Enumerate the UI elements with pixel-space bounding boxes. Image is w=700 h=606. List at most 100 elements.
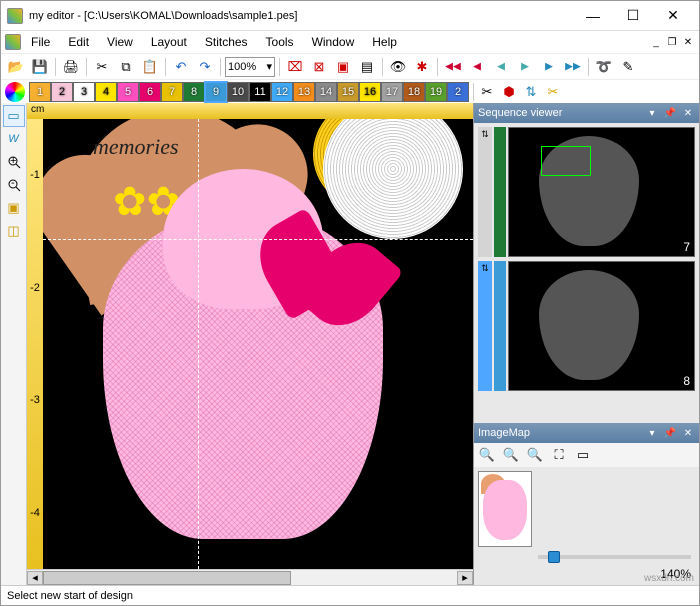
im-zoomin-icon[interactable]: 🔍: [476, 444, 498, 466]
stop-icon[interactable]: ⬢: [498, 81, 520, 103]
color-swatch-4[interactable]: 4: [95, 82, 117, 102]
color-swatch-7[interactable]: 7: [161, 82, 183, 102]
redo-icon[interactable]: ↷: [194, 56, 216, 78]
lasso-icon[interactable]: ➰: [593, 56, 615, 78]
nav-first-icon[interactable]: ◀◀: [442, 56, 464, 78]
design-canvas[interactable]: memories ✿✿✿: [43, 119, 473, 569]
im-fit-icon[interactable]: ⛶: [548, 444, 570, 466]
color-swatch-13[interactable]: 13: [293, 82, 315, 102]
color-swatch-12[interactable]: 12: [271, 82, 293, 102]
undo-icon[interactable]: ↶: [170, 56, 192, 78]
mdi-close[interactable]: ✕: [681, 35, 695, 49]
color-swatch-14[interactable]: 14: [315, 82, 337, 102]
im-close-icon[interactable]: ✕: [681, 426, 695, 440]
nav-prev-icon[interactable]: ◀: [466, 56, 488, 78]
menu-edit[interactable]: Edit: [60, 33, 97, 51]
color-swatch-2[interactable]: 2: [447, 82, 469, 102]
eye-icon[interactable]: 👁: [387, 56, 409, 78]
color-swatch-9[interactable]: 9: [205, 82, 227, 102]
fit-tool-icon[interactable]: ▣: [3, 197, 25, 219]
scrollbar-horizontal[interactable]: ◂ ▸: [27, 569, 473, 585]
color-swatch-1[interactable]: 1: [29, 82, 51, 102]
menu-file[interactable]: File: [23, 33, 58, 51]
color-swatch-6[interactable]: 6: [139, 82, 161, 102]
color-swatch-2[interactable]: 2: [51, 82, 73, 102]
guide-vertical: [198, 119, 199, 569]
menu-window[interactable]: Window: [304, 33, 363, 51]
color-swatch-5[interactable]: 5: [117, 82, 139, 102]
nav-next-icon[interactable]: ▶: [538, 56, 560, 78]
nav-prevstep-icon[interactable]: ◀: [490, 56, 512, 78]
del-b-icon[interactable]: ⊠: [308, 56, 330, 78]
color-wheel-icon[interactable]: [5, 82, 25, 102]
align-icon[interactable]: ⇅: [520, 81, 542, 103]
im-zoomreset-icon[interactable]: 🔍: [524, 444, 546, 466]
watermark: wsxdn.com: [644, 573, 694, 584]
nav-nextstep-icon[interactable]: ▶: [514, 56, 536, 78]
imagemap-header[interactable]: ImageMap ▾ 📌 ✕: [474, 423, 699, 443]
maximize-button[interactable]: ☐: [613, 2, 653, 30]
menu-tools[interactable]: Tools: [258, 33, 302, 51]
sequence-handle-icon[interactable]: ⇅: [478, 127, 492, 257]
sequence-thumb[interactable]: 7: [508, 127, 695, 257]
save-icon[interactable]: 💾: [29, 56, 51, 78]
im-dropdown-icon[interactable]: ▾: [645, 426, 659, 440]
menu-stitches[interactable]: Stitches: [197, 33, 256, 51]
color-swatch-17[interactable]: 17: [381, 82, 403, 102]
menu-layout[interactable]: Layout: [143, 33, 195, 51]
del-a-icon[interactable]: ⌧: [284, 56, 306, 78]
trim-icon[interactable]: ✂: [542, 81, 564, 103]
im-zoomout-icon[interactable]: 🔍: [500, 444, 522, 466]
color-swatch-11[interactable]: 11: [249, 82, 271, 102]
scroll-right-icon[interactable]: ▸: [457, 571, 473, 585]
panel-close-icon[interactable]: ✕: [681, 106, 695, 120]
panel-dropdown-icon[interactable]: ▾: [645, 106, 659, 120]
panel-pin-icon[interactable]: 📌: [663, 106, 677, 120]
bow-shape: [263, 219, 383, 339]
select-tool-icon[interactable]: ▭: [3, 105, 25, 127]
wand-icon[interactable]: ✎: [617, 56, 639, 78]
hoop-tool-icon[interactable]: ◫: [3, 220, 25, 242]
color-swatch-18[interactable]: 18: [403, 82, 425, 102]
sequence-header[interactable]: Sequence viewer ▾ 📌 ✕: [474, 103, 699, 123]
text-tool-icon[interactable]: W: [3, 128, 25, 150]
color-swatch-15[interactable]: 15: [337, 82, 359, 102]
del-c-icon[interactable]: ▣: [332, 56, 354, 78]
scissors-icon[interactable]: ✂: [476, 81, 498, 103]
copy-icon[interactable]: ⧉: [115, 56, 137, 78]
menu-view[interactable]: View: [99, 33, 141, 51]
hide-icon[interactable]: ✱: [411, 56, 433, 78]
canvas-area: cm -1-2 -3-4 memories ✿✿✿: [27, 103, 473, 585]
color-swatch-3[interactable]: 3: [73, 82, 95, 102]
zoom-in-icon[interactable]: +: [3, 151, 25, 173]
im-area-icon[interactable]: ▭: [572, 444, 594, 466]
sequence-thumb[interactable]: 8: [508, 261, 695, 391]
sequence-item[interactable]: ⇅8: [478, 261, 695, 391]
cut-icon[interactable]: ✂: [91, 56, 113, 78]
minimize-button[interactable]: —: [573, 2, 613, 30]
close-button[interactable]: ✕: [653, 2, 693, 30]
open-icon[interactable]: 📂: [5, 56, 27, 78]
nav-last-icon[interactable]: ▶▶: [562, 56, 584, 78]
mdi-restore[interactable]: ❐: [665, 35, 679, 49]
zoom-combo[interactable]: 100%▾: [225, 57, 275, 77]
imagemap-zoom-slider[interactable]: [538, 555, 691, 559]
imagemap-thumbnail[interactable]: [478, 471, 532, 547]
color-swatch-16[interactable]: 16: [359, 82, 381, 102]
svg-text:+: +: [10, 155, 16, 167]
print-icon[interactable]: 🖨: [60, 56, 82, 78]
ruler-vertical: -1-2 -3-4: [27, 119, 43, 569]
mdi-minimize[interactable]: _: [649, 35, 663, 49]
color-swatch-8[interactable]: 8: [183, 82, 205, 102]
im-pin-icon[interactable]: 📌: [663, 426, 677, 440]
menu-help[interactable]: Help: [364, 33, 405, 51]
sequence-handle-icon[interactable]: ⇅: [478, 261, 492, 391]
color-swatch-10[interactable]: 10: [227, 82, 249, 102]
scroll-left-icon[interactable]: ◂: [27, 571, 43, 585]
paste-icon[interactable]: 📋: [139, 56, 161, 78]
zoom-out-icon[interactable]: -: [3, 174, 25, 196]
color-swatch-19[interactable]: 19: [425, 82, 447, 102]
svg-text:-: -: [11, 178, 15, 189]
sequence-item[interactable]: ⇅7: [478, 127, 695, 257]
layers-icon[interactable]: ▤: [356, 56, 378, 78]
